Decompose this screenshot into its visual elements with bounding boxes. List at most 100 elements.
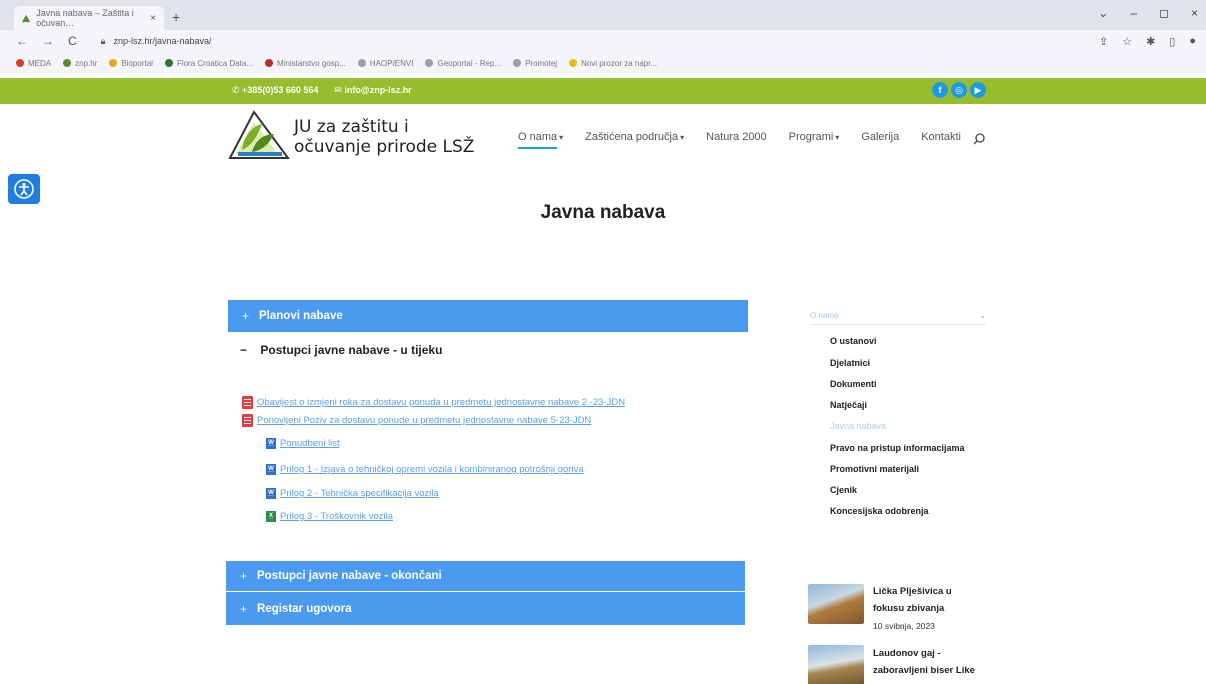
nav-item-natura-2000[interactable]: Natura 2000 xyxy=(706,131,767,143)
bookmark-item[interactable]: MEDA xyxy=(16,59,51,68)
bookmark-label: Flora Croatica Data... xyxy=(176,58,253,68)
accordion-label: Postupci javne nabave - u tijeku xyxy=(260,343,443,357)
document-link-label: Ponovljeni Poziv za dostavu ponude u pre… xyxy=(257,415,592,426)
document-link-label: Prilog 3 - Troškovnik vozila xyxy=(280,511,393,522)
new-tab-button[interactable]: + xyxy=(172,9,180,25)
profile-icon[interactable]: ● xyxy=(1189,35,1196,48)
sidebar-item-o-ustanovi[interactable]: O ustanovi xyxy=(830,336,877,346)
star-icon[interactable]: ☆ xyxy=(1122,35,1132,48)
extensions-icon[interactable]: ✱ xyxy=(1146,35,1155,48)
site-logo-text[interactable]: JU za zaštitu i očuvanje prirode LSŽ xyxy=(294,117,474,157)
phone-link[interactable]: ✆ +385(0)53 660 564 xyxy=(232,85,318,96)
minimize-button[interactable]: – xyxy=(1130,6,1137,20)
share-icon[interactable]: ⇪ xyxy=(1099,35,1108,48)
accordion-planovi-nabave[interactable]: + Planovi nabave xyxy=(228,300,748,332)
instagram-icon[interactable]: ◎ xyxy=(951,82,967,98)
accordion-registar-ugovora[interactable]: + Registar ugovora xyxy=(226,592,745,625)
document-link-label: Obavijest o izmjeni roka za dostavu ponu… xyxy=(257,397,626,408)
url-field[interactable]: znp-lsz.hr/javna-nabava/ xyxy=(113,36,211,46)
bookmark-favicon-icon xyxy=(264,59,273,67)
sidepanel-icon[interactable]: ▯ xyxy=(1169,35,1175,48)
window-controls: ⌄ – ◻ × xyxy=(1098,6,1198,20)
logo-line-1: JU za zaštitu i xyxy=(294,117,409,137)
news-thumbnail[interactable] xyxy=(808,645,864,684)
bookmark-label: Promotej xyxy=(525,58,558,68)
sidebar-item-natje-aji[interactable]: Natječaji xyxy=(830,400,867,410)
accordion-label: Registar ugovora xyxy=(257,602,352,615)
facebook-icon[interactable]: f xyxy=(932,82,948,98)
document-link[interactable]: W Ponudbeni list xyxy=(266,438,340,449)
news-thumbnail[interactable] xyxy=(808,584,864,624)
bookmark-item[interactable]: Flora Croatica Data... xyxy=(164,58,253,68)
sidebar-item-djelatnici[interactable]: Djelatnici xyxy=(830,358,870,368)
tab-close-icon[interactable]: × xyxy=(150,13,156,24)
back-arrow-icon[interactable]: ← xyxy=(16,34,28,48)
accordion-postupci-okoncani[interactable]: + Postupci javne nabave - okončani xyxy=(226,561,745,591)
sidebar-item-koncesijska-odobrenja[interactable]: Koncesijska odobrenja xyxy=(830,506,929,516)
expand-icon: + xyxy=(242,309,250,323)
caret-down-icon: ▾ xyxy=(835,133,840,142)
browser-tab[interactable]: Javna nabava – Zaštita i očuvan… × xyxy=(14,6,164,30)
reload-icon[interactable]: C xyxy=(68,34,77,48)
bookmark-item[interactable]: Promotej xyxy=(513,59,557,68)
sidebar-item-dokumenti[interactable]: Dokumenti xyxy=(830,379,877,389)
document-link[interactable]: Ponovljeni Poziv za dostavu ponude u pre… xyxy=(242,414,591,427)
nav-item-label: Galerija xyxy=(861,131,900,143)
nav-item-galerija[interactable]: Galerija xyxy=(861,131,899,143)
bookmark-favicon-icon xyxy=(513,59,522,67)
site-topbar: ✆ +385(0)53 660 564 ✉ info@znp-lsz.hr f … xyxy=(0,78,1206,104)
browser-tabbar: Javna nabava – Zaštita i očuvan… × + ⌄ –… xyxy=(0,0,1206,30)
browser-tab-title: Javna nabava – Zaštita i očuvan… xyxy=(36,8,134,28)
social-links: f ◎ ▶ xyxy=(932,82,986,98)
bookmark-item[interactable]: Geoportal - Rep... xyxy=(425,59,501,68)
document-link[interactable]: Obavijest o izmjeni roka za dostavu ponu… xyxy=(242,396,625,409)
lock-icon[interactable]: 🔒︎ xyxy=(101,36,106,47)
bookmark-label: Bioportal xyxy=(121,58,153,68)
news-date: 10 svibnja, 2023 xyxy=(873,621,935,631)
bookmark-favicon-icon xyxy=(164,59,173,67)
forward-arrow-icon[interactable]: → xyxy=(42,34,54,48)
sidebar-heading[interactable]: O nama ⌄ xyxy=(810,311,986,325)
news-title[interactable]: Laudonov gaj - zaboravljeni biser Like xyxy=(873,645,983,679)
browser-toolbar-icons: ⇪ ☆ ✱ ▯ ● xyxy=(1099,35,1196,48)
news-title[interactable]: Lička Plješivica u fokusu zbivanja xyxy=(873,583,983,617)
bookmark-favicon-icon xyxy=(63,59,72,67)
nav-item-kontakti[interactable]: Kontakti xyxy=(921,131,961,143)
nav-item-label: Zaštićena područja xyxy=(585,131,679,143)
maximize-button[interactable]: ◻ xyxy=(1159,6,1169,20)
bookmark-favicon-icon xyxy=(425,59,434,67)
bookmark-item[interactable]: znp.hr xyxy=(63,59,97,68)
caret-down-icon: ▾ xyxy=(559,133,564,142)
tab-search-icon[interactable]: ⌄ xyxy=(1098,6,1108,20)
accessibility-button[interactable] xyxy=(8,174,40,204)
nav-item-label: Programi xyxy=(788,131,834,143)
bookmark-label: Ministarstvo gosp... xyxy=(276,58,346,68)
logo-icon[interactable] xyxy=(228,104,290,160)
nav-item-programi[interactable]: Programi ▾ xyxy=(789,131,840,143)
close-window-button[interactable]: × xyxy=(1191,6,1198,20)
document-link[interactable]: W Prilog 1 - Izjava o tehničkoj opremi vo… xyxy=(266,464,584,475)
nav-item-za-ti-ena-podru-ja[interactable]: Zaštićena područja ▾ xyxy=(585,131,684,143)
sidebar-item-cjenik[interactable]: Cjenik xyxy=(830,485,857,495)
expand-icon: + xyxy=(240,601,248,616)
nav-item-o-nama[interactable]: O nama ▾ xyxy=(518,131,564,149)
accordion-postupci-u-tijeku[interactable]: − Postupci javne nabave - u tijeku xyxy=(240,343,442,357)
sidebar-heading-label: O nama xyxy=(810,311,839,320)
bookmark-item[interactable]: HAOP/ENVI xyxy=(357,59,413,68)
accessibility-icon xyxy=(14,179,34,199)
nav-item-label: O nama xyxy=(518,131,558,143)
page-title: Javna nabava xyxy=(540,202,666,223)
search-icon[interactable] xyxy=(973,133,985,145)
phone-number: +385(0)53 660 564 xyxy=(242,85,319,95)
document-link[interactable]: X Prilog 3 - Troškovnik vozila xyxy=(266,511,393,522)
word-doc-icon: W xyxy=(266,438,276,449)
bookmark-item[interactable]: Bioportal xyxy=(109,59,153,68)
sidebar-item-pravo-na-pristup-informacijama[interactable]: Pravo na pristup informacijama xyxy=(830,443,965,453)
bookmark-item[interactable]: Novi prozor za napr... xyxy=(569,59,657,68)
email-link[interactable]: ✉ info@znp-lsz.hr xyxy=(334,85,411,96)
youtube-icon[interactable]: ▶ xyxy=(970,82,986,98)
bookmark-item[interactable]: Ministarstvo gosp... xyxy=(264,58,346,68)
sidebar-item-javna-nabava[interactable]: Javna nabava xyxy=(830,421,886,431)
document-link[interactable]: W Prilog 2 - Tehnička specifikacija vozil… xyxy=(266,488,439,499)
sidebar-item-promotivni-materijali[interactable]: Promotivni materijali xyxy=(830,464,919,474)
